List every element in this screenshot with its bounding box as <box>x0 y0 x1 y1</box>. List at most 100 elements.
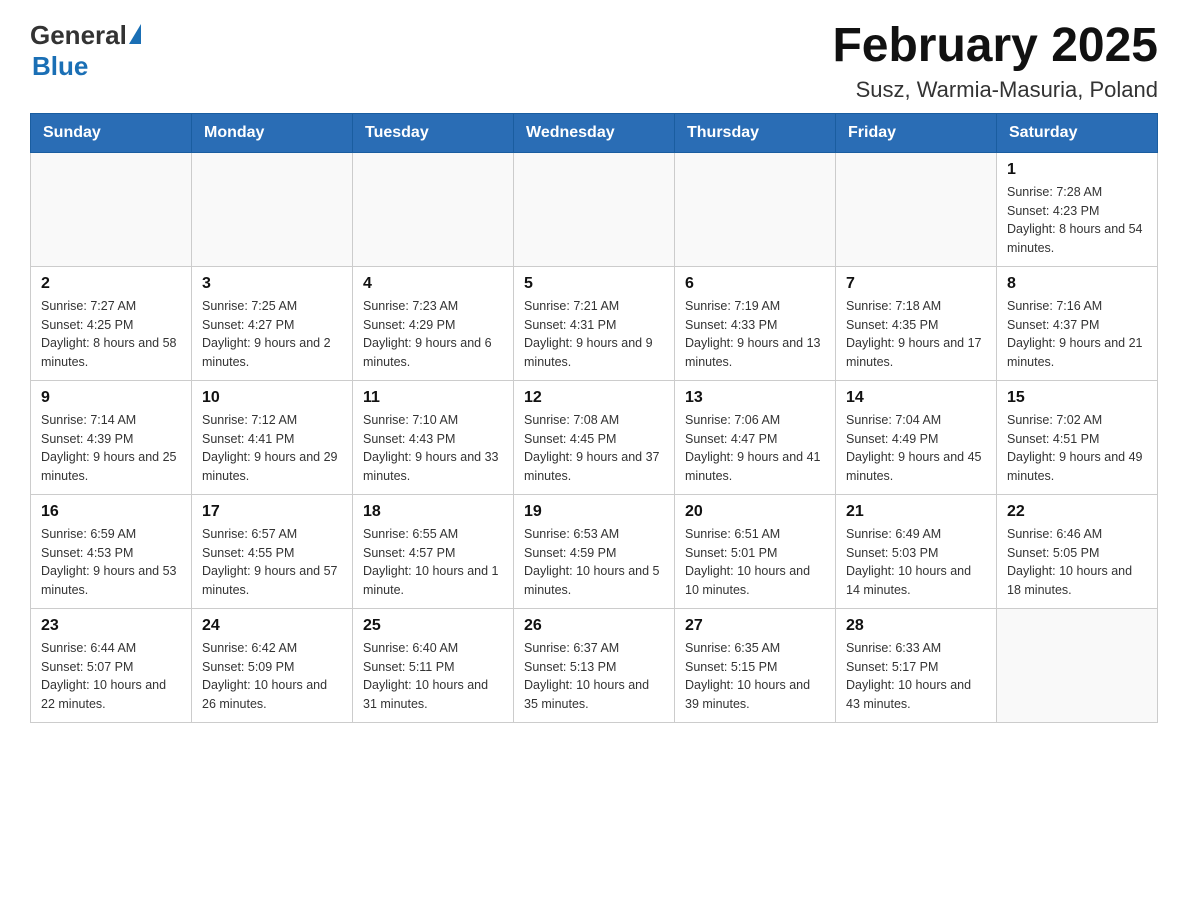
calendar-cell <box>514 152 675 266</box>
calendar-cell: 11Sunrise: 7:10 AMSunset: 4:43 PMDayligh… <box>353 380 514 494</box>
calendar-cell: 22 Sunrise: 6:46 AMSunset: 5:05 PMDayligh… <box>997 494 1158 608</box>
day-number: 7 <box>846 275 986 293</box>
day-info: Sunrise: 6:33 AMSunset: 5:17 PMDaylight:… <box>846 639 986 714</box>
day-info: Sunrise: 7:06 AMSunset: 4:47 PMDaylight:… <box>685 411 825 486</box>
calendar-cell <box>997 608 1158 722</box>
calendar-cell: 10Sunrise: 7:12 AMSunset: 4:41 PMDayligh… <box>192 380 353 494</box>
calendar-cell: 6 Sunrise: 7:19 AMSunset: 4:33 PMDaylight… <box>675 266 836 380</box>
calendar-cell: 4 Sunrise: 7:23 AMSunset: 4:29 PMDaylight… <box>353 266 514 380</box>
day-number: 28 <box>846 617 986 635</box>
week-row-2: 2Sunrise: 7:27 AMSunset: 4:25 PMDaylight… <box>31 266 1158 380</box>
day-info: Sunrise: 7:25 AMSunset: 4:27 PMDaylight:… <box>202 297 342 372</box>
calendar-cell: 15 Sunrise: 7:02 AMSunset: 4:51 PMDayligh… <box>997 380 1158 494</box>
calendar-cell: 8Sunrise: 7:16 AMSunset: 4:37 PMDaylight… <box>997 266 1158 380</box>
day-number: 25 <box>363 617 503 635</box>
day-number: 16 <box>41 503 181 521</box>
day-number: 3 <box>202 275 342 293</box>
day-info: Sunrise: 6:42 AMSunset: 5:09 PMDaylight:… <box>202 639 342 714</box>
logo-blue-text: Blue <box>32 51 88 81</box>
day-info: Sunrise: 7:18 AMSunset: 4:35 PMDaylight:… <box>846 297 986 372</box>
weekday-header-friday: Friday <box>836 113 997 152</box>
weekday-header-saturday: Saturday <box>997 113 1158 152</box>
calendar-subtitle: Susz, Warmia-Masuria, Poland <box>832 77 1158 103</box>
day-info: Sunrise: 6:59 AMSunset: 4:53 PMDaylight:… <box>41 525 181 600</box>
day-number: 2 <box>41 275 181 293</box>
day-number: 20 <box>685 503 825 521</box>
weekday-header-thursday: Thursday <box>675 113 836 152</box>
day-info: Sunrise: 6:35 AMSunset: 5:15 PMDaylight:… <box>685 639 825 714</box>
logo-general-text: General <box>30 20 127 51</box>
day-number: 6 <box>685 275 825 293</box>
week-row-1: 1 Sunrise: 7:28 AMSunset: 4:23 PMDaylight… <box>31 152 1158 266</box>
calendar-cell: 3 Sunrise: 7:25 AMSunset: 4:27 PMDaylight… <box>192 266 353 380</box>
week-row-5: 23 Sunrise: 6:44 AMSunset: 5:07 PMDayligh… <box>31 608 1158 722</box>
page-header: General Blue February 2025 Susz, Warmia-… <box>30 20 1158 103</box>
day-info: Sunrise: 6:51 AMSunset: 5:01 PMDaylight:… <box>685 525 825 600</box>
calendar-cell: 5 Sunrise: 7:21 AMSunset: 4:31 PMDaylight… <box>514 266 675 380</box>
day-number: 12 <box>524 389 664 407</box>
day-number: 14 <box>846 389 986 407</box>
calendar-cell: 1 Sunrise: 7:28 AMSunset: 4:23 PMDaylight… <box>997 152 1158 266</box>
day-number: 26 <box>524 617 664 635</box>
weekday-header-row: SundayMondayTuesdayWednesdayThursdayFrid… <box>31 113 1158 152</box>
calendar-title: February 2025 <box>832 20 1158 73</box>
day-number: 13 <box>685 389 825 407</box>
calendar-cell: 18 Sunrise: 6:55 AMSunset: 4:57 PMDayligh… <box>353 494 514 608</box>
day-info: Sunrise: 7:28 AMSunset: 4:23 PMDaylight:… <box>1007 183 1147 258</box>
day-info: Sunrise: 7:12 AMSunset: 4:41 PMDaylight:… <box>202 411 342 486</box>
day-info: Sunrise: 7:19 AMSunset: 4:33 PMDaylight:… <box>685 297 825 372</box>
day-number: 5 <box>524 275 664 293</box>
day-info: Sunrise: 6:44 AMSunset: 5:07 PMDaylight:… <box>41 639 181 714</box>
title-section: February 2025 Susz, Warmia-Masuria, Pola… <box>832 20 1158 103</box>
day-info: Sunrise: 6:37 AMSunset: 5:13 PMDaylight:… <box>524 639 664 714</box>
calendar-cell <box>31 152 192 266</box>
calendar-cell <box>836 152 997 266</box>
logo: General Blue <box>30 20 141 82</box>
calendar-cell: 28 Sunrise: 6:33 AMSunset: 5:17 PMDayligh… <box>836 608 997 722</box>
calendar-cell <box>353 152 514 266</box>
calendar-cell: 16 Sunrise: 6:59 AMSunset: 4:53 PMDayligh… <box>31 494 192 608</box>
day-info: Sunrise: 7:02 AMSunset: 4:51 PMDaylight:… <box>1007 411 1147 486</box>
week-row-4: 16 Sunrise: 6:59 AMSunset: 4:53 PMDayligh… <box>31 494 1158 608</box>
calendar-cell: 21Sunrise: 6:49 AMSunset: 5:03 PMDayligh… <box>836 494 997 608</box>
day-number: 1 <box>1007 161 1147 179</box>
day-info: Sunrise: 7:23 AMSunset: 4:29 PMDaylight:… <box>363 297 503 372</box>
day-number: 24 <box>202 617 342 635</box>
day-number: 15 <box>1007 389 1147 407</box>
calendar-cell: 25Sunrise: 6:40 AMSunset: 5:11 PMDayligh… <box>353 608 514 722</box>
weekday-header-monday: Monday <box>192 113 353 152</box>
calendar-cell: 2Sunrise: 7:27 AMSunset: 4:25 PMDaylight… <box>31 266 192 380</box>
day-info: Sunrise: 6:55 AMSunset: 4:57 PMDaylight:… <box>363 525 503 600</box>
day-info: Sunrise: 6:57 AMSunset: 4:55 PMDaylight:… <box>202 525 342 600</box>
calendar-cell: 24 Sunrise: 6:42 AMSunset: 5:09 PMDayligh… <box>192 608 353 722</box>
day-number: 4 <box>363 275 503 293</box>
weekday-header-sunday: Sunday <box>31 113 192 152</box>
calendar-cell: 27 Sunrise: 6:35 AMSunset: 5:15 PMDayligh… <box>675 608 836 722</box>
day-info: Sunrise: 6:49 AMSunset: 5:03 PMDaylight:… <box>846 525 986 600</box>
calendar-cell: 17 Sunrise: 6:57 AMSunset: 4:55 PMDayligh… <box>192 494 353 608</box>
day-number: 27 <box>685 617 825 635</box>
calendar-cell <box>192 152 353 266</box>
calendar-cell: 26 Sunrise: 6:37 AMSunset: 5:13 PMDayligh… <box>514 608 675 722</box>
day-number: 17 <box>202 503 342 521</box>
day-number: 8 <box>1007 275 1147 293</box>
calendar-cell: 12 Sunrise: 7:08 AMSunset: 4:45 PMDayligh… <box>514 380 675 494</box>
day-info: Sunrise: 6:53 AMSunset: 4:59 PMDaylight:… <box>524 525 664 600</box>
day-number: 11 <box>363 389 503 407</box>
calendar-cell: 20 Sunrise: 6:51 AMSunset: 5:01 PMDayligh… <box>675 494 836 608</box>
day-number: 23 <box>41 617 181 635</box>
logo-triangle-icon <box>129 24 141 44</box>
weekday-header-wednesday: Wednesday <box>514 113 675 152</box>
day-info: Sunrise: 6:46 AMSunset: 5:05 PMDaylight:… <box>1007 525 1147 600</box>
day-number: 18 <box>363 503 503 521</box>
calendar-cell: 7 Sunrise: 7:18 AMSunset: 4:35 PMDaylight… <box>836 266 997 380</box>
day-info: Sunrise: 7:21 AMSunset: 4:31 PMDaylight:… <box>524 297 664 372</box>
calendar-cell: 14Sunrise: 7:04 AMSunset: 4:49 PMDayligh… <box>836 380 997 494</box>
day-number: 22 <box>1007 503 1147 521</box>
day-number: 19 <box>524 503 664 521</box>
weekday-header-tuesday: Tuesday <box>353 113 514 152</box>
calendar-cell: 9Sunrise: 7:14 AMSunset: 4:39 PMDaylight… <box>31 380 192 494</box>
calendar-table: SundayMondayTuesdayWednesdayThursdayFrid… <box>30 113 1158 723</box>
day-info: Sunrise: 7:08 AMSunset: 4:45 PMDaylight:… <box>524 411 664 486</box>
week-row-3: 9Sunrise: 7:14 AMSunset: 4:39 PMDaylight… <box>31 380 1158 494</box>
